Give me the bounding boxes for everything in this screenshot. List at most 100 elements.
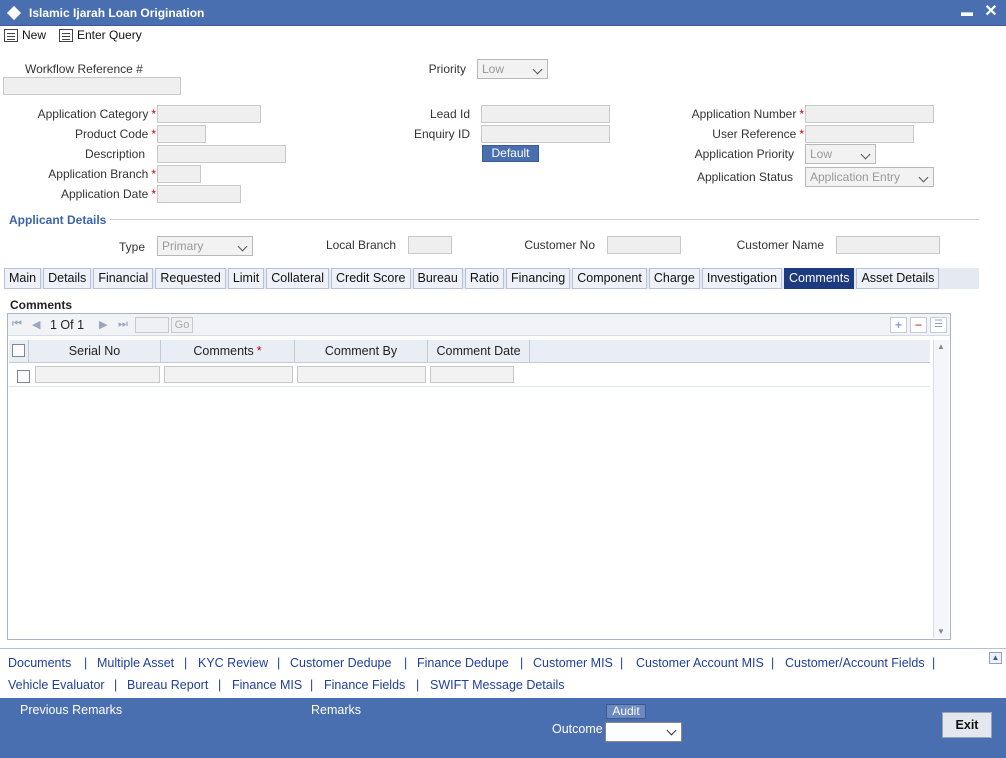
link-kyc-review[interactable]: KYC Review [198,656,268,670]
user-reference-label: User Reference * [712,127,804,141]
link-multiple-asset[interactable]: Multiple Asset [97,656,174,670]
app-branch-input[interactable] [157,165,201,183]
link-separator: | [416,678,420,692]
footer-bar: Previous Remarks Remarks Audit Outcome E… [0,698,1006,758]
grid-scrollbar[interactable]: ▲ ▼ [933,340,949,638]
customer-no-input[interactable] [607,236,681,254]
default-button[interactable]: Default [482,145,539,162]
local-branch-input[interactable] [408,236,452,254]
outcome-label: Outcome [552,722,603,736]
comment-date-cell[interactable] [430,366,514,383]
tab-collateral[interactable]: Collateral [266,268,330,289]
workflow-ref-input[interactable] [3,77,181,95]
enter-query-button[interactable]: Enter Query [59,28,142,42]
link-customer-dedupe[interactable]: Customer Dedupe [290,656,391,670]
app-priority-select[interactable]: Low [805,144,876,164]
close-icon[interactable]: ✕ [982,3,1000,21]
description-input[interactable] [157,145,286,163]
chevron-down-icon [918,172,929,183]
col-comments[interactable]: Comments * [161,340,295,363]
app-priority-value: Low [810,147,833,161]
go-button[interactable]: Go [171,317,193,333]
toolbar: New Enter Query [0,26,1006,46]
page-number-input[interactable] [135,317,169,333]
last-page-icon[interactable]: ⏭ [118,318,128,331]
select-all-checkbox[interactable] [12,344,25,357]
link-documents[interactable]: Documents [8,656,71,670]
link-finance-mis[interactable]: Finance MIS [232,678,302,692]
tab-requested[interactable]: Requested [155,268,226,289]
next-page-icon[interactable]: ▶ [99,318,107,331]
tab-financial[interactable]: Financial [93,268,154,289]
col-comment-date[interactable]: Comment Date [428,340,530,363]
row-checkbox[interactable] [17,370,30,383]
local-branch-label: Local Branch [325,238,396,252]
customer-name-input[interactable] [836,236,940,254]
tab-ratio[interactable]: Ratio [464,268,505,289]
col-comment-by[interactable]: Comment By [295,340,428,363]
enquiry-id-input[interactable] [481,125,610,143]
link-separator: | [771,656,775,670]
link-finance-dedupe[interactable]: Finance Dedupe [417,656,509,670]
customer-name-label: Customer Name [736,238,824,252]
link-vehicle-evaluator[interactable]: Vehicle Evaluator [8,678,105,692]
link-swift-message-details[interactable]: SWIFT Message Details [430,678,565,692]
comment-by-cell[interactable] [297,366,426,383]
minimize-icon[interactable]: ▬ [958,3,976,21]
customer-no-label: Customer No [524,238,595,252]
table-row [9,363,930,387]
tab-details[interactable]: Details [43,268,92,289]
tab-asset-details[interactable]: Asset Details [856,268,940,289]
lead-id-label: Lead Id [429,107,470,121]
lead-id-input[interactable] [481,105,610,123]
tab-credit-score[interactable]: Credit Score [331,268,411,289]
tab-financing[interactable]: Financing [506,268,571,289]
app-diamond-icon [6,5,22,21]
pager-text: 1 Of 1 [50,318,85,332]
scroll-up-icon[interactable]: ▲ [937,342,945,351]
prev-page-icon[interactable]: ◀ [32,318,40,331]
enquiry-id-label: Enquiry ID [413,127,470,141]
link-separator: | [932,656,936,670]
chevron-down-icon [860,149,871,160]
tab-limit[interactable]: Limit [227,268,265,289]
exit-button[interactable]: Exit [942,712,992,738]
app-category-input[interactable] [157,105,261,123]
tab-main[interactable]: Main [4,268,42,289]
app-date-input[interactable] [157,185,241,203]
link-separator: | [404,656,408,670]
query-icon [59,28,73,42]
add-row-icon[interactable]: + [890,317,907,333]
user-reference-input[interactable] [805,125,914,143]
scroll-down-icon[interactable]: ▼ [937,627,945,636]
priority-select[interactable]: Low [477,59,548,79]
tab-charge[interactable]: Charge [648,268,700,289]
type-select[interactable]: Primary [157,236,253,256]
serial-no-cell[interactable] [35,366,160,383]
product-code-input[interactable] [157,125,206,143]
collapse-up-icon[interactable]: ▲ [989,652,1002,664]
tab-comments[interactable]: Comments [784,268,855,289]
tab-bureau[interactable]: Bureau [412,268,463,289]
app-number-input[interactable] [805,105,934,123]
description-label: Description [84,147,145,161]
link-customer-account-fields[interactable]: Customer/Account Fields [785,656,925,670]
link-customer-account-mis[interactable]: Customer Account MIS [636,656,764,670]
app-priority-label: Application Priority [694,147,794,161]
col-serial-no[interactable]: Serial No [29,340,161,363]
outcome-select[interactable] [605,722,682,742]
tab-component[interactable]: Component [572,268,647,289]
tab-investigation[interactable]: Investigation [701,268,783,289]
delete-row-icon[interactable]: − [910,317,927,333]
app-status-select[interactable]: Application Entry [805,167,934,187]
comments-cell[interactable] [164,366,293,383]
link-customer-mis[interactable]: Customer MIS [533,656,613,670]
app-date-label: Application Date * [60,187,156,201]
audit-button[interactable]: Audit [606,704,646,719]
new-button[interactable]: New [4,28,46,42]
single-view-icon[interactable]: ☰ [930,317,947,333]
link-finance-fields[interactable]: Finance Fields [324,678,405,692]
link-bureau-report[interactable]: Bureau Report [127,678,208,692]
grid-header: Serial No Comments * Comment By Comment D… [9,340,930,363]
first-page-icon[interactable]: ⏮ [12,318,22,331]
